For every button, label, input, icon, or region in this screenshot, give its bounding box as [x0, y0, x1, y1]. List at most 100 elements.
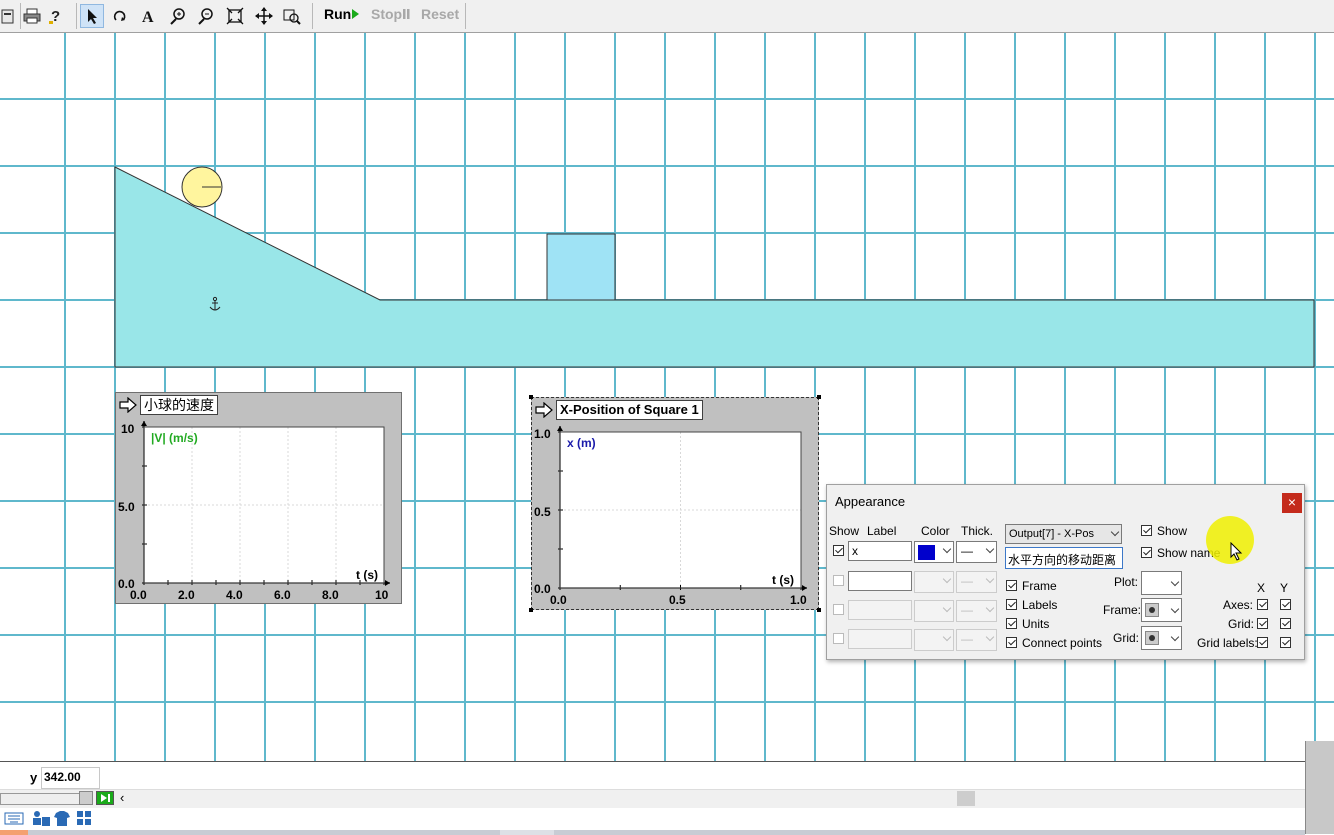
plot-style-select[interactable] — [1141, 571, 1182, 595]
reset-label: Reset — [421, 6, 460, 22]
velocity-graph[interactable]: 小球的速度 |V| (m/s) t (s) 10 5.0 0.0 0.0 2.0… — [115, 392, 402, 604]
grid-style-icon — [1145, 631, 1159, 645]
row2-label-input[interactable] — [848, 571, 912, 591]
side-panel-edge — [1305, 741, 1334, 834]
shirt-icon[interactable] — [53, 809, 71, 827]
grid-style-select[interactable] — [1141, 626, 1182, 650]
axes-x-checkbox[interactable] — [1257, 599, 1268, 610]
plot-label: Plot: — [1114, 575, 1139, 589]
xposition-ylabel: x (m) — [567, 436, 596, 450]
xposition-xtick-0: 0.0 — [550, 593, 567, 607]
labels-checkbox[interactable] — [1006, 599, 1017, 610]
row2-color-select[interactable] — [914, 571, 954, 593]
y-column-header: Y — [1280, 581, 1289, 595]
row4-show-checkbox[interactable] — [833, 633, 844, 644]
dialog-title: Appearance — [835, 494, 906, 509]
resize-handle[interactable] — [529, 608, 533, 612]
x-axis-arrow — [385, 580, 390, 586]
row4-thickness-select[interactable]: — — [956, 629, 997, 651]
users-icon[interactable] — [30, 809, 52, 827]
coord-label: y — [30, 770, 38, 785]
xposition-xlabel: t (s) — [772, 573, 794, 587]
reset-button[interactable]: Reset — [421, 6, 459, 22]
zoom-in-icon[interactable] — [166, 4, 190, 28]
gridlabels-x-checkbox[interactable] — [1257, 637, 1268, 648]
scroll-thumb[interactable] — [957, 791, 975, 806]
velocity-ylabel: |V| (m/s) — [151, 431, 198, 445]
pause-icon — [403, 9, 410, 19]
mouse-pointer-icon — [1230, 542, 1243, 561]
move-icon[interactable] — [252, 4, 276, 28]
step-back-icon[interactable] — [79, 791, 93, 805]
show-checkbox[interactable] — [1141, 525, 1152, 536]
step-forward-icon[interactable] — [96, 791, 114, 805]
connect-points-label: Connect points — [1022, 636, 1103, 650]
row3-color-select[interactable] — [914, 600, 954, 622]
frame-label: Frame — [1022, 579, 1057, 593]
text-tool-icon[interactable]: A — [136, 4, 160, 28]
x-axis-arrow — [802, 585, 807, 591]
bottom-toolbar — [0, 808, 1305, 830]
horizontal-scrollbar[interactable]: ‹ — [0, 789, 1305, 808]
velocity-xtick-5: 10 — [375, 588, 389, 602]
velocity-ytick-mid: 5.0 — [118, 500, 135, 514]
ramp-ground — [114, 166, 1315, 368]
document-icon[interactable] — [0, 4, 20, 28]
row3-label-input[interactable] — [848, 600, 912, 620]
zoom-window-icon[interactable] — [280, 4, 304, 28]
resize-handle[interactable] — [529, 395, 533, 399]
frame-style-icon — [1145, 603, 1159, 617]
velocity-ytick-max: 10 — [121, 422, 135, 436]
row1-thickness-select[interactable]: — — [956, 541, 997, 563]
stop-button[interactable]: Stop — [371, 6, 411, 22]
units-checkbox[interactable] — [1006, 618, 1017, 629]
taskbar-strip — [0, 830, 1305, 835]
resize-handle[interactable] — [817, 395, 821, 399]
row2-thickness-select[interactable]: — — [956, 571, 997, 593]
fit-zoom-icon[interactable] — [223, 4, 247, 28]
print-icon[interactable] — [20, 4, 44, 28]
row1-show-checkbox[interactable] — [833, 545, 844, 556]
show-name-checkbox[interactable] — [1141, 547, 1152, 558]
run-label: Run — [324, 6, 352, 22]
frame-select-label: Frame: — [1103, 603, 1142, 617]
connect-points-checkbox[interactable] — [1006, 637, 1017, 648]
row1-label-input[interactable]: x — [848, 541, 912, 561]
frame-style-select[interactable] — [1141, 598, 1182, 622]
xposition-graph[interactable]: X-Position of Square 1 x (m) t (s) 1.0 0… — [529, 395, 821, 612]
scroll-left-arrow[interactable]: ‹ — [120, 790, 124, 805]
velocity-xtick-2: 4.0 — [226, 588, 243, 602]
name-input[interactable]: 水平方向的移动距离 — [1005, 547, 1123, 569]
help-icon[interactable]: ? — [43, 4, 67, 28]
gridlabels-y-checkbox[interactable] — [1280, 637, 1291, 648]
xposition-xtick-1: 0.5 — [669, 593, 686, 607]
grid-view-icon[interactable] — [76, 810, 92, 826]
zoom-out-icon[interactable] — [194, 4, 218, 28]
stop-label: Stop — [371, 6, 403, 22]
rotate-icon[interactable] — [108, 4, 132, 28]
y-axis-arrow — [557, 426, 563, 431]
labels-label: Labels — [1022, 598, 1058, 612]
keyboard-icon[interactable] — [4, 810, 24, 826]
row1-color-select[interactable] — [914, 541, 954, 563]
output-select[interactable]: Output[7] - X-Pos — [1005, 524, 1122, 544]
select-arrow-icon[interactable] — [80, 4, 104, 28]
units-label: Units — [1022, 617, 1050, 631]
run-button[interactable]: Run — [324, 6, 360, 22]
xposition-ytick-mid: 0.5 — [534, 505, 551, 519]
row4-label-input[interactable] — [848, 629, 912, 649]
axes-y-checkbox[interactable] — [1280, 599, 1291, 610]
speed-slider[interactable] — [0, 793, 80, 805]
axes-label: Axes: — [1223, 598, 1254, 612]
x-column-header: X — [1257, 581, 1266, 595]
grid-y-checkbox[interactable] — [1280, 618, 1291, 629]
row3-thickness-select[interactable]: — — [956, 600, 997, 622]
row4-color-select[interactable] — [914, 629, 954, 651]
resize-handle[interactable] — [817, 608, 821, 612]
row2-show-checkbox[interactable] — [833, 575, 844, 586]
row3-show-checkbox[interactable] — [833, 604, 844, 615]
close-button[interactable]: × — [1282, 493, 1302, 513]
grid-x-checkbox[interactable] — [1257, 618, 1268, 629]
col-show-header: Show — [829, 524, 860, 538]
frame-checkbox[interactable] — [1006, 580, 1017, 591]
